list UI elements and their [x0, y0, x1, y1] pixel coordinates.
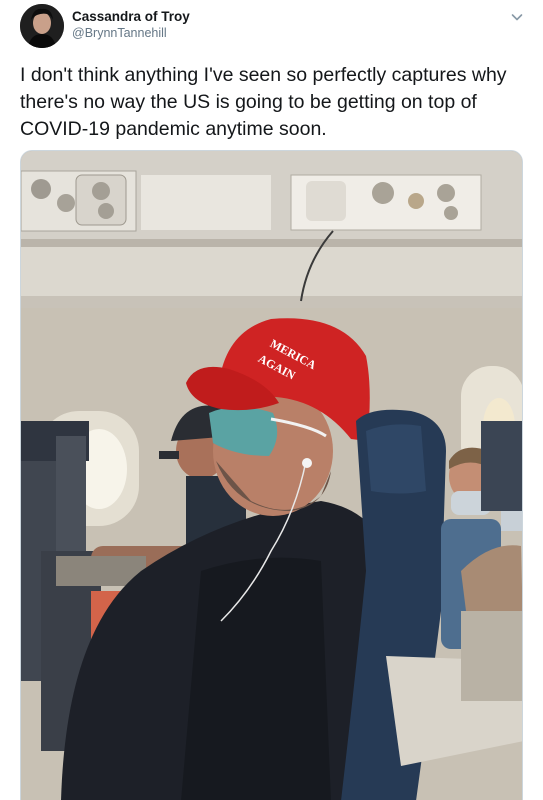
- author-handle[interactable]: @BrynnTannehill: [72, 26, 167, 40]
- author-avatar[interactable]: [20, 4, 64, 48]
- tweet-text: I don't think anything I've seen so perf…: [20, 64, 507, 140]
- author-name[interactable]: Cassandra of Troy: [72, 9, 190, 24]
- tweet-photo[interactable]: MERICA AGAIN: [20, 150, 523, 800]
- chevron-down-icon[interactable]: [508, 8, 526, 26]
- tweet-card: Cassandra of Troy @BrynnTannehill I don'…: [0, 0, 543, 800]
